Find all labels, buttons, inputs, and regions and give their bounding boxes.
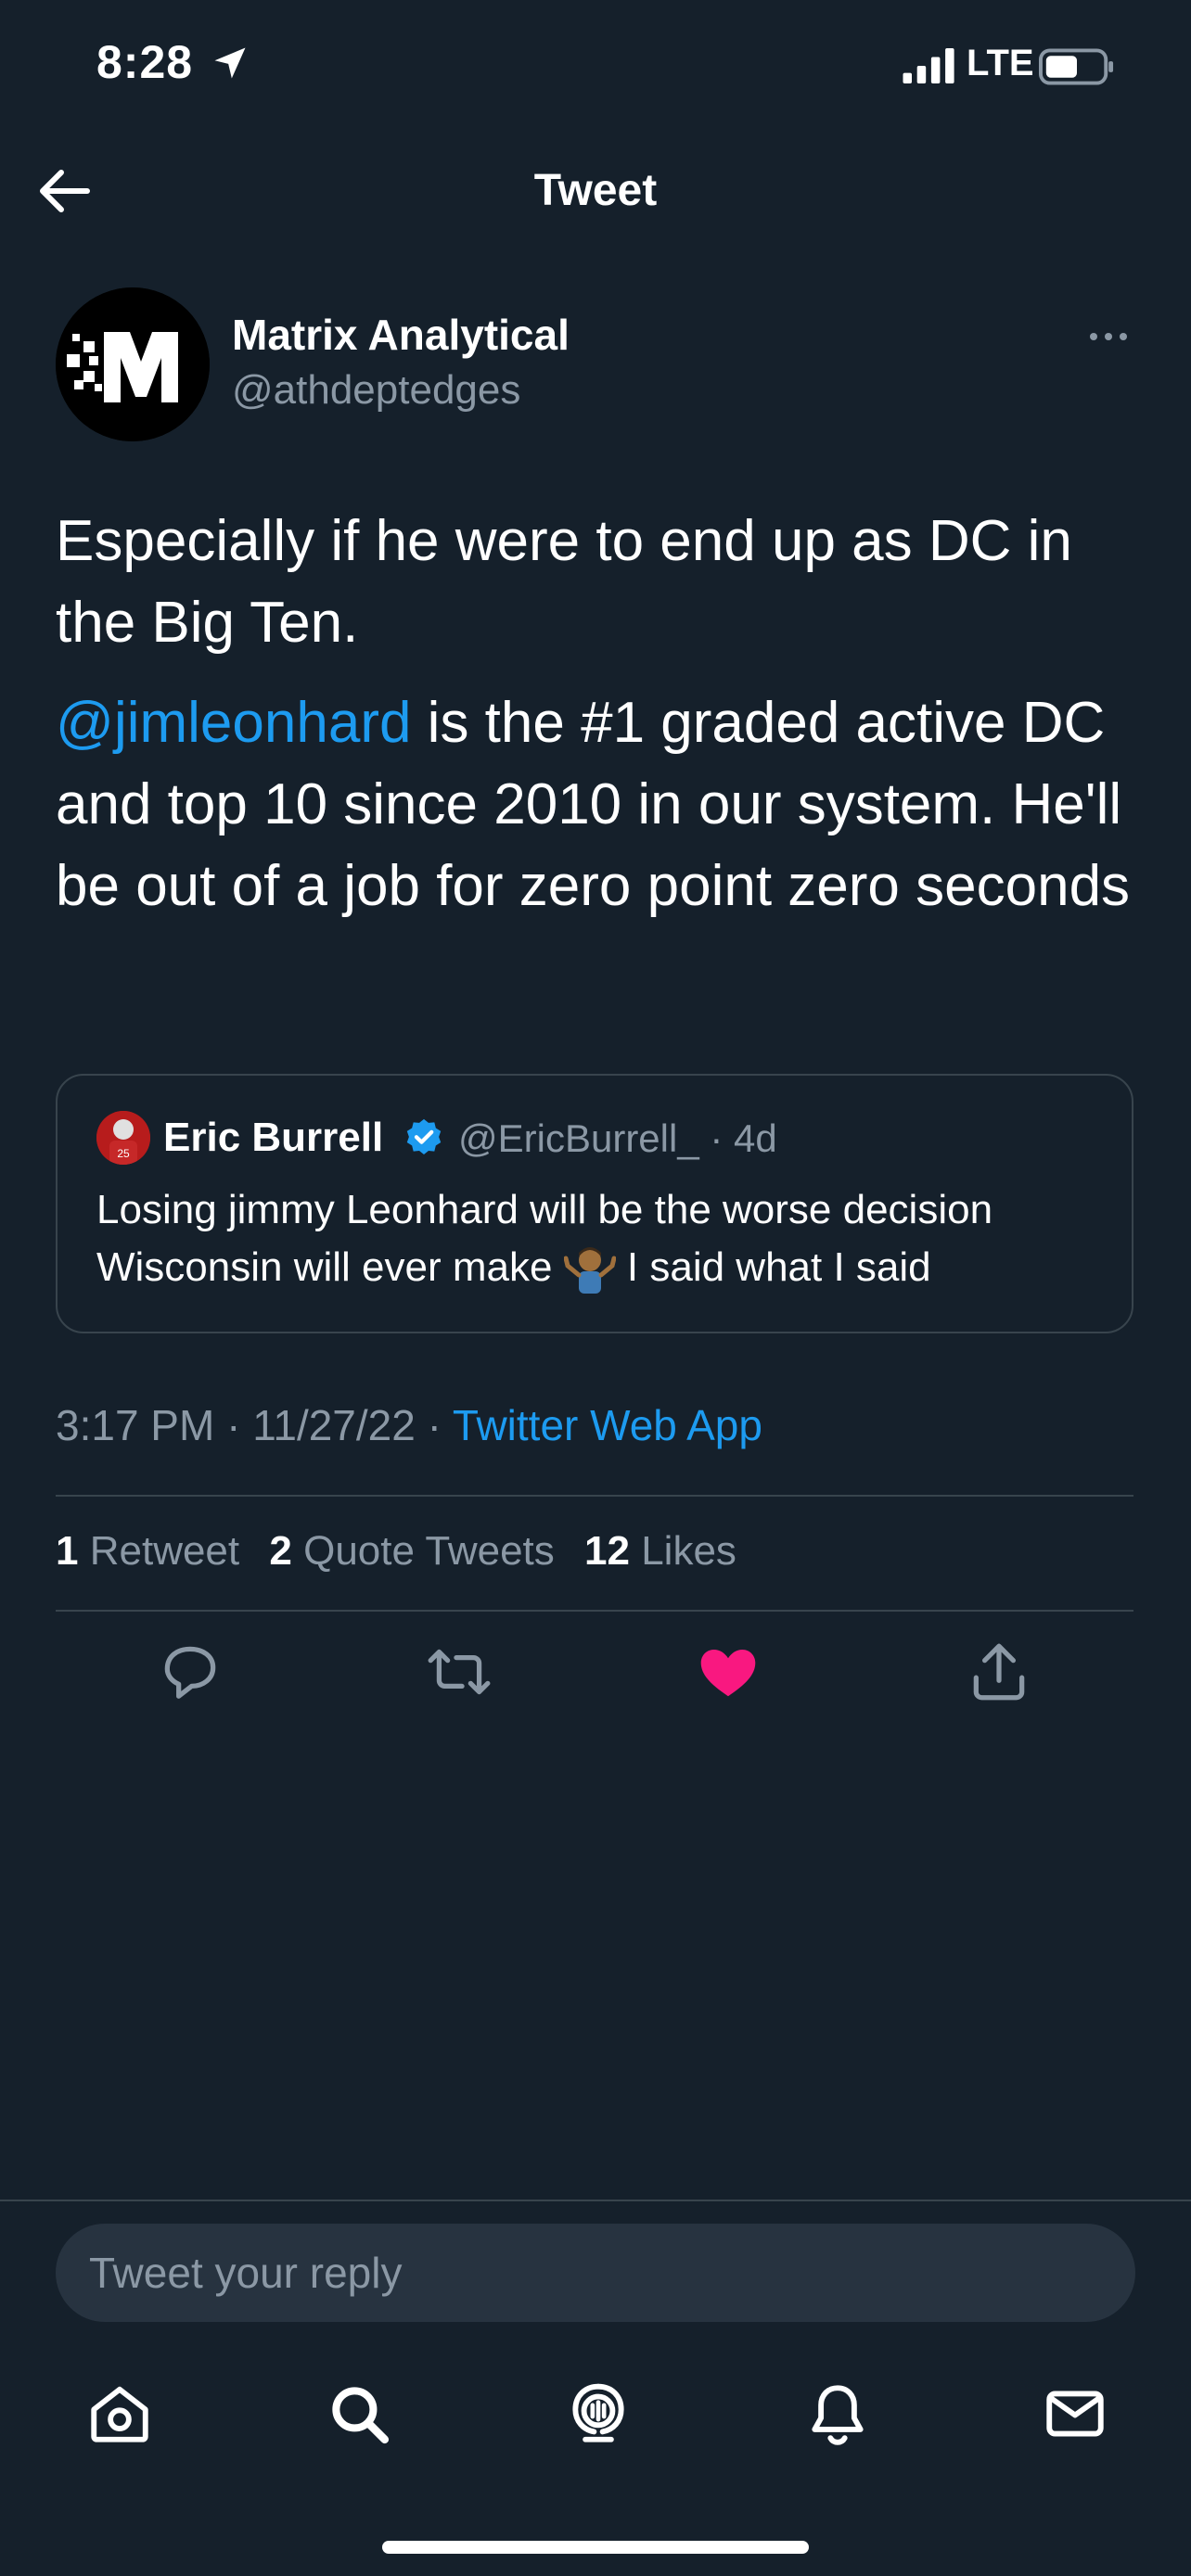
tweet-paragraph: Especially if he were to end up as DC in… — [56, 509, 1072, 655]
retweets-label: Retweet — [89, 1528, 240, 1574]
quote-author-name: Eric Burrell — [163, 1115, 384, 1160]
quotes-count: 2 — [269, 1528, 292, 1574]
quote-avatar: 25 — [96, 1111, 150, 1165]
author-handle[interactable]: @athdeptedges — [232, 367, 520, 414]
author-name[interactable]: Matrix Analytical — [232, 310, 570, 360]
messages-icon[interactable] — [1041, 2379, 1109, 2448]
likes-stat[interactable]: 12 Likes — [584, 1528, 736, 1574]
likes-label: Likes — [641, 1528, 736, 1574]
search-icon[interactable] — [325, 2379, 393, 2448]
page-title: Tweet — [533, 166, 658, 215]
home-indicator[interactable] — [382, 2541, 809, 2554]
tweet-time: 3:17 PM · 11/27/22 · — [56, 1401, 453, 1449]
tweet-timestamp: 3:17 PM · 11/27/22 · Twitter Web App — [56, 1400, 762, 1450]
divider — [56, 1610, 1133, 1612]
verified-icon — [406, 1118, 442, 1155]
reply-divider — [0, 2200, 1191, 2201]
divider — [56, 1495, 1133, 1497]
status-time: 8:28 — [96, 36, 194, 88]
tweet-text: Especially if he were to end up as DC in… — [56, 501, 1141, 946]
quotes-stat[interactable]: 2 Quote Tweets — [269, 1528, 554, 1574]
battery-icon — [1039, 48, 1114, 85]
more-icon[interactable] — [1085, 325, 1132, 349]
reply-input[interactable] — [56, 2224, 1135, 2322]
matrix-logo-icon — [56, 287, 210, 441]
like-icon[interactable] — [694, 1638, 762, 1706]
shrug-emoji-icon — [563, 1247, 616, 1294]
retweets-stat[interactable]: 1 Retweet — [56, 1528, 239, 1574]
network-label: LTE — [967, 43, 1034, 83]
location-arrow-icon — [214, 47, 246, 79]
reply-icon[interactable] — [156, 1638, 224, 1706]
avatar[interactable] — [56, 287, 210, 441]
quote-meta: @EricBurrell_ · 4d — [458, 1116, 777, 1160]
player-photo-icon: 25 — [96, 1111, 150, 1165]
likes-count: 12 — [584, 1528, 630, 1574]
retweet-icon[interactable] — [425, 1638, 493, 1706]
quotes-label: Quote Tweets — [303, 1528, 555, 1574]
quoted-tweet[interactable]: 25 Eric Burrell @EricBurrell_ · 4d Losin… — [56, 1074, 1133, 1333]
client-link[interactable]: Twitter Web App — [453, 1401, 762, 1449]
home-icon[interactable] — [85, 2379, 154, 2448]
tweet-paragraph: @jimleonhard is the #1 graded active DC … — [56, 682, 1141, 927]
svg-text:25: 25 — [117, 1147, 130, 1160]
quote-text: Losing jimmy Leonhard will be the worse … — [96, 1181, 1108, 1296]
retweets-count: 1 — [56, 1528, 79, 1574]
spaces-icon[interactable] — [564, 2379, 633, 2448]
signal-icon — [903, 48, 954, 83]
tweet-stats: 1 Retweet 2 Quote Tweets 12 Likes — [56, 1528, 736, 1575]
notifications-icon[interactable] — [803, 2379, 872, 2448]
quote-text-part: I said what I said — [615, 1244, 931, 1290]
share-icon[interactable] — [965, 1638, 1033, 1706]
mention-link[interactable]: @jimleonhard — [56, 691, 411, 755]
